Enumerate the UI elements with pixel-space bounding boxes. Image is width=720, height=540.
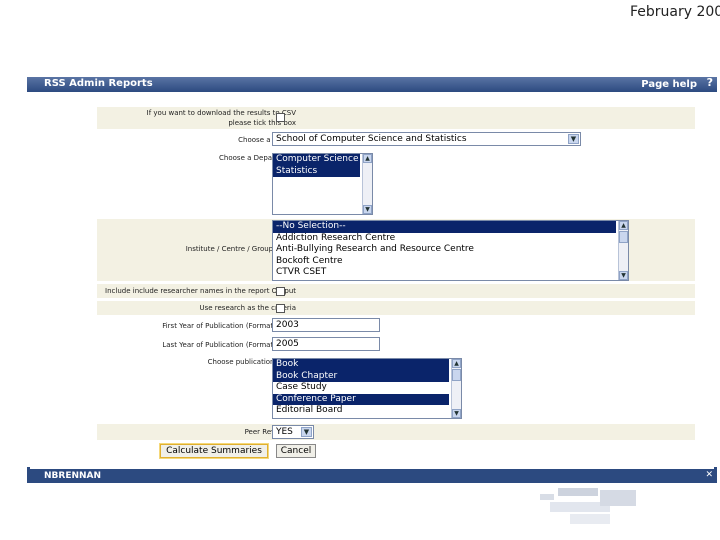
scroll-down-icon[interactable]: ▼ — [363, 205, 372, 214]
peer-reviewed-value: YES — [276, 427, 293, 437]
department-option[interactable]: Computer Science — [273, 154, 360, 166]
csv-label-line2: please tick this box — [228, 119, 296, 127]
status-bar: NBRENNAN ✕ — [27, 469, 717, 483]
username: NBRENNAN — [44, 471, 102, 481]
title-bar: RSS Admin Reports Page help ? — [27, 76, 717, 92]
chevron-down-icon[interactable]: ▼ — [301, 427, 312, 437]
institute-scrollbar[interactable]: ▲ ▼ — [618, 221, 628, 280]
department-listbox[interactable]: Computer Science Statistics ▲ ▼ — [272, 153, 373, 215]
cancel-button[interactable]: Cancel — [276, 444, 316, 458]
report-form: If you want to download the results to C… — [27, 92, 717, 467]
use-research-row — [97, 301, 695, 315]
use-research-checkbox[interactable] — [276, 304, 285, 313]
institute-option[interactable]: Bockoft Centre — [273, 256, 628, 268]
scroll-thumb[interactable] — [619, 231, 628, 243]
decor-block — [558, 488, 598, 496]
pub-types-listbox[interactable]: Book Book Chapter Case Study Conference … — [272, 358, 462, 419]
decor-block — [540, 494, 554, 500]
app-title: RSS Admin Reports — [44, 78, 153, 89]
institute-option[interactable]: --No Selection-- — [273, 221, 616, 233]
page-help-link[interactable]: Page help — [641, 79, 697, 90]
calculate-summaries-button[interactable]: Calculate Summaries — [160, 444, 268, 458]
peer-reviewed-row — [97, 424, 695, 440]
slide-date: February 200 — [630, 4, 720, 20]
decor-block — [600, 490, 636, 506]
institute-option[interactable]: Addiction Research Centre — [273, 233, 628, 245]
admin-window: RSS Admin Reports Page help ? If you wan… — [27, 76, 717, 483]
csv-label-line1: If you want to download the results to C… — [146, 109, 296, 117]
department-scrollbar[interactable]: ▲ ▼ — [362, 154, 372, 214]
slide-decoration — [540, 488, 636, 524]
pub-type-option[interactable]: Book Chapter — [273, 370, 449, 382]
institute-option[interactable]: CTVR CSET — [273, 267, 628, 279]
scroll-up-icon[interactable]: ▲ — [452, 359, 461, 368]
pub-type-option[interactable]: Book — [273, 359, 449, 371]
peer-reviewed-select[interactable]: YES ▼ — [272, 425, 314, 439]
decor-block — [570, 514, 610, 524]
scroll-down-icon[interactable]: ▼ — [619, 271, 628, 280]
department-option[interactable]: Statistics — [273, 165, 360, 177]
scroll-up-icon[interactable]: ▲ — [619, 221, 628, 230]
chevron-down-icon[interactable]: ▼ — [568, 134, 579, 144]
include-research-label: Include include researcher names in the … — [105, 287, 296, 295]
last-year-input[interactable]: 2005 — [272, 337, 380, 351]
question-icon[interactable]: ? — [707, 76, 713, 89]
close-icon[interactable]: ✕ — [705, 470, 713, 480]
pub-type-option[interactable]: Editorial Board — [273, 405, 461, 417]
scroll-thumb[interactable] — [452, 369, 461, 381]
csv-checkbox[interactable] — [276, 113, 285, 122]
institute-option[interactable]: Anti-Bullying Research and Resource Cent… — [273, 244, 628, 256]
school-select-value: School of Computer Science and Statistic… — [276, 134, 467, 144]
institute-listbox[interactable]: --No Selection-- Addiction Research Cent… — [272, 220, 629, 281]
include-research-checkbox[interactable] — [276, 287, 285, 296]
school-select[interactable]: School of Computer Science and Statistic… — [272, 132, 581, 146]
pub-types-scrollbar[interactable]: ▲ ▼ — [451, 359, 461, 418]
pub-type-option[interactable]: Case Study — [273, 382, 461, 394]
scroll-down-icon[interactable]: ▼ — [452, 409, 461, 418]
scroll-up-icon[interactable]: ▲ — [363, 154, 372, 163]
first-year-input[interactable]: 2003 — [272, 318, 380, 332]
pub-type-option[interactable]: Conference Paper — [273, 393, 449, 405]
